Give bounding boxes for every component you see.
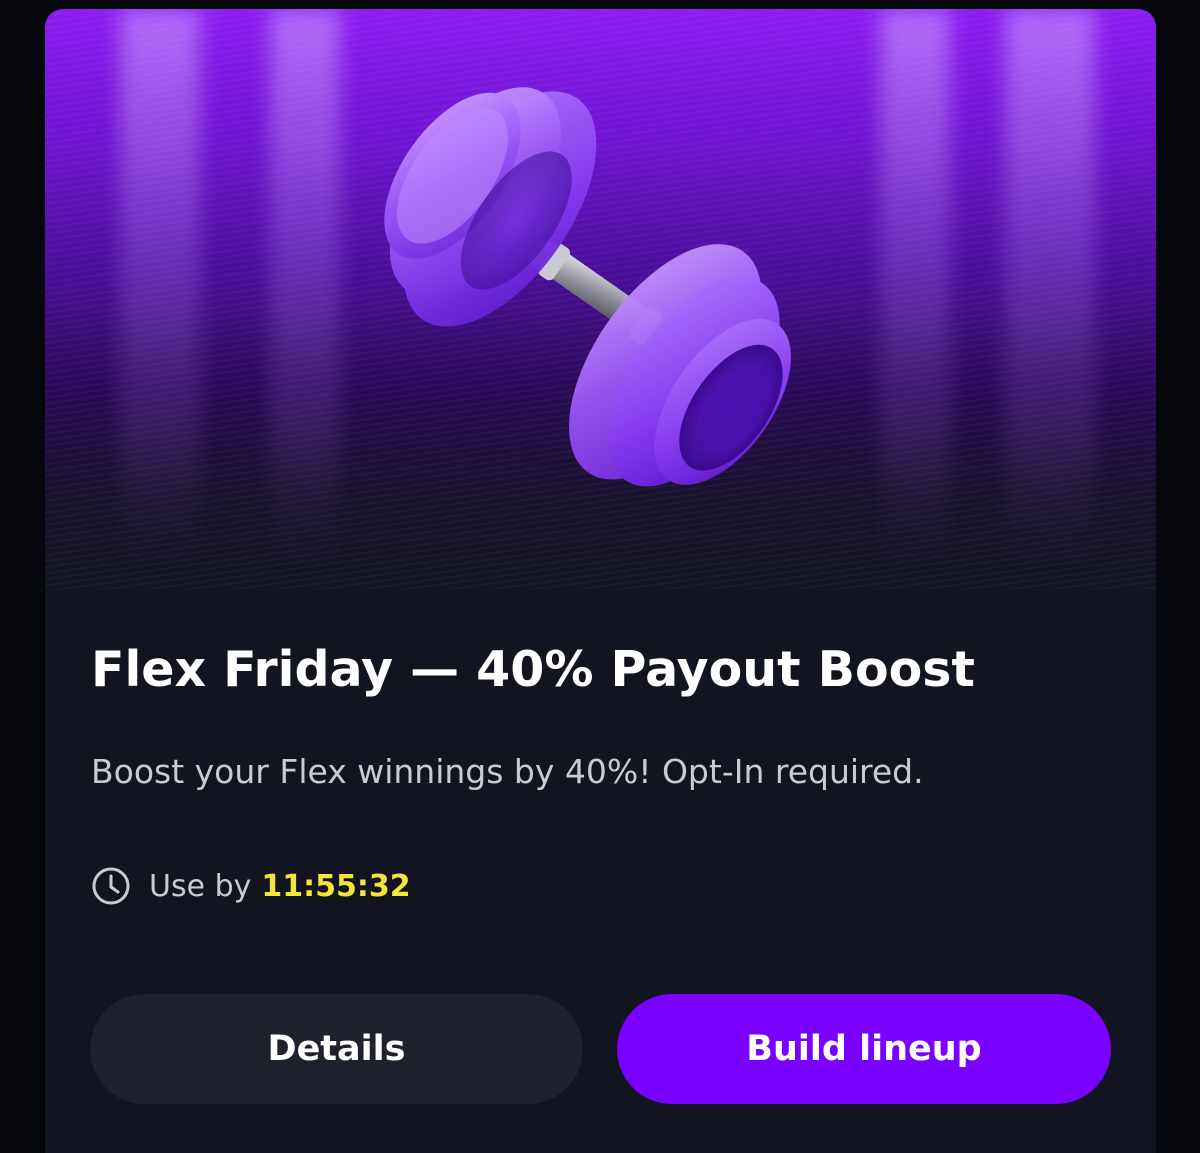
promo-hero (45, 9, 1156, 589)
light-beam (120, 9, 200, 569)
clock-icon (92, 867, 130, 905)
timer-label: Use by (149, 868, 252, 904)
build-lineup-button[interactable]: Build lineup (617, 994, 1111, 1104)
promo-title: Flex Friday — 40% Payout Boost (91, 641, 975, 698)
details-button[interactable]: Details (90, 994, 583, 1104)
light-beam (270, 9, 340, 569)
light-beam (1005, 9, 1095, 569)
promo-card: Flex Friday — 40% Payout Boost Boost you… (45, 9, 1156, 1153)
expiry-timer: Use by 11:55:32 (91, 861, 411, 911)
timer-countdown: 11:55:32 (261, 868, 411, 904)
light-beam (880, 9, 950, 569)
promo-description: Boost your Flex winnings by 40%! Opt-In … (91, 752, 924, 791)
dumbbell-icon (384, 87, 791, 487)
